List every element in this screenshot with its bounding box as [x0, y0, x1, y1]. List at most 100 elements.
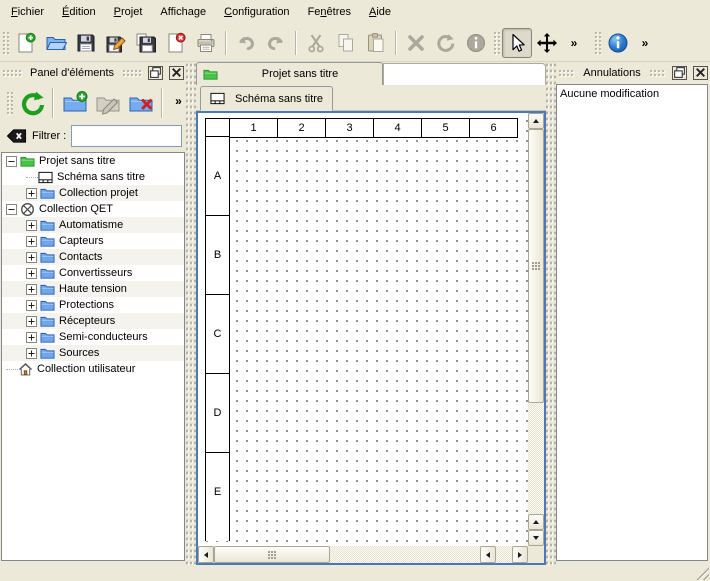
close-panel-button[interactable] [693, 66, 708, 80]
toolbar-overflow-button[interactable]: » [633, 28, 663, 58]
horizontal-scroll-thumb[interactable] [214, 546, 330, 563]
clear-filter-icon[interactable] [6, 128, 27, 144]
close-document-button[interactable] [161, 28, 191, 58]
vertical-scroll-thumb[interactable] [528, 129, 544, 403]
collapse-icon[interactable] [6, 204, 17, 215]
menu-edition[interactable]: Édition [53, 0, 105, 24]
expand-icon[interactable] [26, 284, 37, 295]
left-splitter[interactable] [186, 62, 196, 565]
tree-item-collection-qet[interactable]: Collection QET [2, 201, 184, 217]
menu-affichage[interactable]: Affichage [151, 0, 215, 24]
save-as-button[interactable] [101, 28, 131, 58]
menu-fenetres[interactable]: Fenêtres [299, 0, 360, 24]
tree-item-automatisme[interactable]: Automatisme [2, 217, 184, 233]
vertical-scrollbar[interactable] [528, 113, 544, 546]
tree-item-haute-tension[interactable]: Haute tension [2, 281, 184, 297]
about-button[interactable] [603, 28, 633, 58]
scroll-left-button[interactable] [198, 546, 214, 563]
delete-button[interactable] [401, 28, 431, 58]
open-document-button[interactable] [41, 28, 71, 58]
rotate-button[interactable] [431, 28, 461, 58]
info-blue-icon [607, 32, 629, 54]
folder-blue-icon [40, 314, 55, 329]
tree-item-label: Collection projet [59, 187, 142, 199]
scroll-down-button[interactable] [528, 530, 544, 546]
menu-aide[interactable]: Aide [360, 0, 400, 24]
tree-item-recepteurs[interactable]: Récepteurs [2, 313, 184, 329]
paste-button[interactable] [361, 28, 391, 58]
close-panel-button[interactable] [169, 66, 184, 80]
redo-button[interactable] [261, 28, 291, 58]
expand-icon[interactable] [26, 220, 37, 231]
toolbar-handle[interactable] [2, 31, 9, 55]
collapse-icon[interactable] [6, 156, 17, 167]
float-icon [149, 65, 162, 80]
save-as-icon [105, 32, 127, 54]
selection-mode-toolbar: » [491, 24, 592, 61]
horizontal-scrollbar[interactable] [198, 546, 528, 563]
expand-icon[interactable] [26, 332, 37, 343]
schema-viewport[interactable]: 123456 ABCDE [198, 113, 528, 546]
paste-icon [365, 32, 387, 54]
scroll-right-button[interactable] [512, 546, 528, 563]
tree-item-capteurs[interactable]: Capteurs [2, 233, 184, 249]
new-element-button[interactable] [58, 86, 91, 120]
edit-element-button[interactable] [91, 86, 124, 120]
expand-icon[interactable] [26, 300, 37, 311]
elements-panel-titlebar[interactable]: Panel d'éléments [2, 64, 184, 81]
menu-fichier[interactable]: Fichier [2, 0, 53, 24]
float-icon [673, 65, 686, 80]
save-button[interactable] [71, 28, 101, 58]
toolbar-handle[interactable] [6, 91, 13, 115]
folder-blue-icon [40, 346, 55, 361]
expand-icon[interactable] [26, 236, 37, 247]
schema-view[interactable]: 123456 ABCDE [196, 111, 546, 565]
tree-item-schema-sans-titre[interactable]: Schéma sans titre [2, 169, 184, 185]
tab-project[interactable]: Projet sans titre [196, 62, 383, 85]
tree-item-contacts[interactable]: Contacts [2, 249, 184, 265]
expand-icon[interactable] [26, 252, 37, 263]
menu-configuration[interactable]: Configuration [215, 0, 298, 24]
scroll-up-button-2[interactable] [528, 514, 544, 530]
scroll-left-button-2[interactable] [480, 546, 496, 563]
filter-input[interactable] [71, 125, 182, 147]
scroll-up-button[interactable] [528, 113, 544, 129]
tree-item-convertisseurs[interactable]: Convertisseurs [2, 265, 184, 281]
save-all-button[interactable] [131, 28, 161, 58]
expand-icon[interactable] [26, 348, 37, 359]
tree-item-sources[interactable]: Sources [2, 345, 184, 361]
tree-item-protections[interactable]: Protections [2, 297, 184, 313]
tree-item-collection-utilisateur[interactable]: Collection utilisateur [2, 361, 184, 377]
new-document-button[interactable] [11, 28, 41, 58]
tree-item-collection-projet[interactable]: Collection projet [2, 185, 184, 201]
undo-button[interactable] [231, 28, 261, 58]
delete-element-button[interactable] [124, 86, 157, 120]
expand-icon[interactable] [26, 188, 37, 199]
float-panel-button[interactable] [148, 66, 163, 80]
reload-green-icon [19, 90, 45, 116]
grid-row-label: E [205, 452, 230, 532]
toolbar-handle[interactable] [594, 31, 601, 55]
element-info-button[interactable] [461, 28, 491, 58]
cut-button[interactable] [301, 28, 331, 58]
undo-panel-titlebar[interactable]: Annulations [558, 64, 708, 81]
reload-collections-button[interactable] [15, 86, 48, 120]
toolbar-overflow-button[interactable]: » [562, 28, 592, 58]
tab-schema[interactable]: Schéma sans titre [200, 86, 333, 111]
undo-list-item[interactable]: Aucune modification [557, 85, 707, 103]
float-panel-button[interactable] [672, 66, 687, 80]
application-window: FichierÉditionProjetAffichageConfigurati… [0, 0, 710, 581]
tree-item-semi-conducteurs[interactable]: Semi-conducteurs [2, 329, 184, 345]
toolbar-handle[interactable] [493, 31, 500, 55]
tree-item-label: Capteurs [59, 235, 108, 247]
tree-item-projet-sans-titre[interactable]: Projet sans titre [2, 153, 184, 169]
copy-button[interactable] [331, 28, 361, 58]
scroll-mode-button[interactable] [532, 28, 562, 58]
menu-projet[interactable]: Projet [105, 0, 152, 24]
resize-grip-icon[interactable] [696, 567, 709, 580]
print-button[interactable] [191, 28, 221, 58]
expand-icon[interactable] [26, 316, 37, 327]
right-splitter[interactable] [546, 62, 556, 565]
expand-icon[interactable] [26, 268, 37, 279]
select-mode-button[interactable] [502, 28, 532, 58]
